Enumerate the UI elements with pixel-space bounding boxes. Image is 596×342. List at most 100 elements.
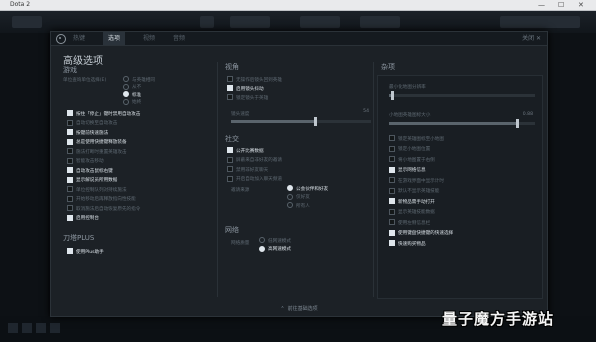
checkbox[interactable] — [389, 145, 395, 152]
radio-button[interactable] — [287, 202, 293, 208]
misc-option-6[interactable]: 新物品需手动打开 — [389, 198, 435, 206]
checkbox[interactable] — [67, 195, 73, 202]
social-option-2[interactable]: 禁用非好友聊天 — [227, 166, 268, 174]
invite-option-0[interactable]: 公会伙伴和好友 — [287, 185, 328, 193]
misc-option-9[interactable]: 使用键盘快捷键的快速选择 — [389, 229, 453, 238]
radio-button[interactable] — [259, 245, 265, 252]
misc-option-1[interactable]: 锁定小地图位置 — [389, 145, 430, 154]
minimap-resolution-slider[interactable] — [389, 91, 535, 100]
game-option-5[interactable]: 智能攻击移动 — [67, 157, 104, 166]
radio-button[interactable] — [123, 91, 129, 97]
tab-options[interactable]: 选项 — [103, 32, 126, 45]
misc-option-label: 默认不显示英雄技能 — [398, 189, 440, 194]
game-option-label: 智能攻击移动 — [76, 159, 104, 164]
minimap-icon-size-handle[interactable] — [516, 119, 520, 128]
checkbox[interactable] — [67, 157, 73, 164]
gear-icon — [56, 34, 66, 44]
misc-option-label: 锁定英雄图标至小地图 — [398, 136, 444, 142]
misc-option-0[interactable]: 锁定英雄图标至小地图 — [389, 135, 444, 143]
misc-option-label: 显示网络信息 — [398, 168, 426, 173]
misc-option-5[interactable]: 默认不显示英雄技能 — [389, 187, 440, 196]
radio-button[interactable] — [123, 98, 129, 105]
radio-button[interactable] — [287, 193, 293, 200]
game-option-3[interactable]: 总是使用快捷键释放装备 — [67, 138, 127, 147]
social-option-1[interactable]: 屏蔽来自非好友的邀请 — [227, 156, 282, 165]
checkbox[interactable] — [389, 229, 395, 236]
checkbox[interactable] — [227, 175, 233, 182]
misc-option-10[interactable]: 快速购买物品 — [389, 240, 426, 248]
game-option-7[interactable]: 显示解说员所用数据 — [67, 176, 117, 185]
checkbox[interactable] — [227, 166, 233, 172]
camera-speed-slider[interactable] — [231, 117, 371, 126]
camera-speed-handle[interactable] — [314, 117, 317, 126]
camera-option-0[interactable]: 无操作后镜头回到英雄 — [227, 76, 282, 84]
checkbox[interactable] — [389, 219, 395, 225]
checkbox[interactable] — [227, 147, 233, 153]
game-option-10[interactable]: 取消施法后自动恢复原先的指令 — [67, 205, 140, 213]
misc-option-7[interactable]: 显示英雄技能数据 — [389, 208, 435, 217]
checkbox[interactable] — [67, 110, 73, 116]
checkbox[interactable] — [389, 166, 395, 173]
tab-audio[interactable]: 音频 — [173, 32, 185, 45]
social-option-0[interactable]: 公开比赛数据 — [227, 147, 264, 155]
checkbox[interactable] — [389, 198, 395, 204]
checkbox[interactable] — [227, 85, 233, 91]
checkbox[interactable] — [389, 156, 395, 162]
checkbox[interactable] — [67, 176, 73, 183]
checkbox[interactable] — [67, 138, 73, 145]
checkbox[interactable] — [67, 214, 73, 221]
checkbox[interactable] — [67, 248, 73, 254]
game-option-8[interactable]: 单位控制队列对持续施法 — [67, 186, 127, 194]
checkbox[interactable] — [67, 186, 73, 192]
checkbox[interactable] — [389, 177, 395, 183]
column-divider — [217, 62, 218, 297]
game-option-11[interactable]: 启用控制台 — [67, 214, 99, 223]
radio-button[interactable] — [123, 83, 129, 90]
camera-option-1[interactable]: 启用镜头抖动 — [227, 85, 264, 93]
checkbox[interactable] — [67, 167, 73, 173]
close-settings-button[interactable]: 关闭 ✕ — [522, 32, 541, 45]
social-option-label: 开启自动加入聊天频道 — [236, 177, 282, 182]
invite-option-2[interactable]: 所有人 — [287, 202, 310, 210]
radio-button[interactable] — [123, 76, 129, 82]
social-option-3[interactable]: 开启自动加入聊天频道 — [227, 175, 282, 184]
checkbox[interactable] — [389, 187, 395, 194]
checkbox[interactable] — [67, 205, 73, 211]
tab-video[interactable]: 视频 — [143, 32, 155, 45]
checkbox[interactable] — [389, 208, 395, 215]
checkbox[interactable] — [67, 129, 73, 135]
checkbox[interactable] — [227, 76, 233, 82]
checkbox[interactable] — [67, 148, 73, 154]
game-option-2[interactable]: 按键前快速施法 — [67, 129, 108, 137]
invite-option-1[interactable]: 仅好友 — [287, 193, 310, 202]
close-window-button[interactable]: ✕ — [578, 0, 584, 10]
misc-option-2[interactable]: 将小地图置于右侧 — [389, 156, 435, 164]
minimap-icon-size-slider[interactable] — [389, 119, 535, 128]
checkbox[interactable] — [227, 156, 233, 163]
network-option-label: 高网速模式 — [268, 247, 291, 252]
misc-option-3[interactable]: 显示网络信息 — [389, 166, 426, 175]
network-option-0[interactable]: 低网速模式 — [259, 237, 291, 245]
minimap-resolution-handle[interactable] — [390, 91, 394, 100]
misc-option-8[interactable]: 使用左侧信息栏 — [389, 219, 430, 227]
checkbox[interactable] — [67, 119, 73, 126]
radio-button[interactable] — [259, 237, 265, 243]
game-option-6[interactable]: 自动攻击鼠标右键 — [67, 167, 113, 175]
dota-plus-option-0[interactable]: 使用Plus助手 — [67, 248, 104, 256]
camera-option-label: 无操作后镜头回到英雄 — [236, 77, 282, 83]
checkbox[interactable] — [227, 94, 233, 100]
checkbox[interactable] — [389, 135, 395, 141]
game-option-0[interactable]: 按住「停止」键时禁用自动攻击 — [67, 110, 140, 118]
misc-option-4[interactable]: 在游戏界面中显示计时 — [389, 177, 444, 185]
game-option-1[interactable]: 自动切换至自动攻击 — [67, 119, 117, 128]
unit-query-option-3[interactable]: 始终 — [123, 98, 141, 107]
tab-hotkeys[interactable]: 热键 — [73, 32, 85, 45]
network-option-1[interactable]: 高网速模式 — [259, 245, 291, 254]
maximize-button[interactable]: ☐ — [558, 0, 564, 10]
minimize-button[interactable]: — — [538, 0, 545, 10]
checkbox[interactable] — [389, 240, 395, 246]
game-option-9[interactable]: 开始移动后再释放指向性技能 — [67, 195, 136, 204]
camera-option-2[interactable]: 锁定镜头于英雄 — [227, 94, 268, 102]
game-option-4[interactable]: 施法打断时重置英雄攻击 — [67, 148, 127, 156]
radio-button[interactable] — [287, 185, 293, 191]
